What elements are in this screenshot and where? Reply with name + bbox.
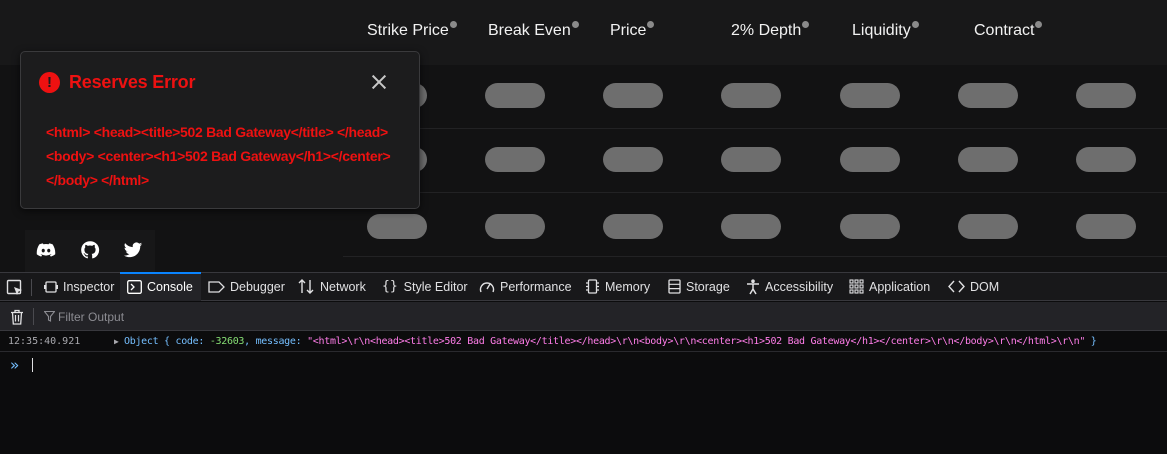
console-icon (127, 279, 142, 294)
console-input-cursor[interactable] (32, 358, 33, 372)
loading-placeholder (958, 214, 1018, 239)
dom-icon (948, 280, 965, 293)
network-icon (298, 279, 314, 295)
tab-performance[interactable]: Performance (479, 273, 572, 301)
storage-icon (668, 279, 681, 294)
options-page: Strike Price Break Even Price 2% Depth L… (0, 0, 1167, 272)
log-object[interactable]: Object { code: -32603, message: "<html>\… (124, 332, 1097, 352)
info-icon[interactable] (1035, 21, 1043, 28)
discord-icon[interactable] (36, 240, 56, 260)
loading-placeholder (603, 214, 663, 239)
error-icon: ! (39, 72, 60, 93)
column-strike-price[interactable]: Strike Price (367, 21, 457, 40)
loading-placeholder (603, 147, 663, 172)
console-prompt-icon: » (10, 356, 20, 374)
info-icon[interactable] (647, 21, 655, 28)
console-filter-bar (0, 302, 1167, 331)
info-icon[interactable] (571, 21, 579, 28)
expand-arrow-icon[interactable]: ▶ (114, 332, 119, 352)
console-log-message[interactable]: 12:35:40.921 ▶ Object { code: -32603, me… (0, 332, 1167, 352)
tab-debugger[interactable]: Debugger (208, 273, 285, 301)
loading-placeholder (1076, 83, 1136, 108)
tab-dom[interactable]: DOM (948, 273, 999, 301)
tab-inspector[interactable]: Inspector (39, 273, 119, 301)
loading-placeholder (485, 214, 545, 239)
tab-storage[interactable]: Storage (668, 273, 730, 301)
inspector-icon (44, 281, 58, 293)
reserves-error-toast: ! Reserves Error <html> <head><title>502… (20, 51, 420, 209)
filter-output-input[interactable] (40, 306, 340, 327)
loading-placeholder (721, 83, 781, 108)
trash-icon[interactable] (9, 309, 25, 325)
loading-placeholder (721, 147, 781, 172)
loading-placeholder (1076, 214, 1136, 239)
loading-placeholder (485, 83, 545, 108)
element-picker-icon[interactable] (6, 279, 24, 297)
log-timestamp: 12:35:40.921 (8, 336, 81, 347)
loading-placeholder (721, 214, 781, 239)
loading-placeholder (840, 83, 900, 108)
column-break-even[interactable]: Break Even (488, 21, 579, 40)
column-price[interactable]: Price (610, 21, 655, 40)
table-row (343, 129, 1167, 193)
close-icon[interactable] (367, 70, 391, 94)
accessibility-icon (747, 279, 759, 295)
column-liquidity[interactable]: Liquidity (852, 21, 919, 40)
twitter-icon[interactable] (123, 240, 143, 260)
info-icon[interactable] (802, 21, 810, 28)
table-row (343, 65, 1167, 129)
github-icon[interactable] (80, 240, 100, 260)
app-root: Strike Price Break Even Price 2% Depth L… (0, 0, 1167, 454)
tab-accessibility[interactable]: Accessibility (746, 273, 833, 301)
debugger-icon (208, 281, 225, 293)
column-contract[interactable]: Contract (974, 21, 1043, 40)
column-depth[interactable]: 2% Depth (731, 21, 810, 40)
tab-console[interactable]: Console (120, 272, 201, 301)
loading-placeholder (958, 147, 1018, 172)
loading-placeholder (958, 83, 1018, 108)
loading-placeholder (485, 147, 545, 172)
info-icon[interactable] (911, 21, 919, 28)
loading-placeholder (840, 214, 900, 239)
info-icon[interactable] (449, 21, 457, 28)
social-links (25, 230, 155, 272)
loading-placeholder (840, 147, 900, 172)
application-icon (849, 279, 864, 294)
error-title: Reserves Error (69, 72, 196, 92)
tab-style-editor[interactable]: {} Style Editor (382, 273, 468, 301)
style-editor-icon: {} (382, 279, 398, 295)
tab-network[interactable]: Network (298, 273, 366, 301)
tab-memory[interactable]: Memory (585, 273, 650, 301)
error-message: <html> <head><title>502 Bad Gateway</tit… (46, 124, 391, 188)
tab-application[interactable]: Application (849, 273, 930, 301)
loading-placeholder (367, 214, 427, 239)
table-row (343, 193, 1167, 257)
loading-placeholder (1076, 147, 1136, 172)
performance-icon (479, 282, 495, 292)
toolbar-separator (31, 279, 32, 296)
toolbar-separator (33, 308, 34, 325)
devtools-toolbar: Inspector Console Debugger Network {} Sty… (0, 272, 1167, 301)
loading-placeholder (603, 83, 663, 108)
devtools-panel: Inspector Console Debugger Network {} Sty… (0, 272, 1167, 454)
memory-icon (586, 279, 599, 294)
